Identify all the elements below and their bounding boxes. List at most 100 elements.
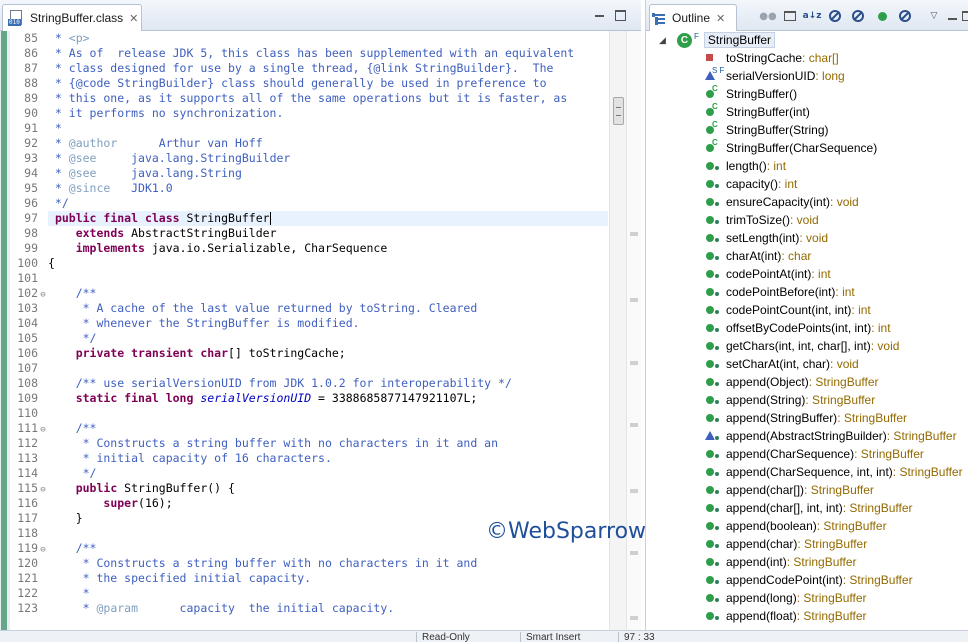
- code-line[interactable]: 104 * whenever the StringBuffer is modif…: [10, 316, 610, 331]
- outline-tab[interactable]: Outline ✕: [649, 4, 737, 31]
- outline-member[interactable]: trimToSize() : void: [704, 211, 819, 229]
- code-token: }: [48, 511, 83, 525]
- outline-member[interactable]: capacity() : int: [704, 175, 797, 193]
- outline-member[interactable]: getChars(int, int, char[], int) : void: [704, 337, 899, 355]
- code-line[interactable]: 96 */: [10, 196, 610, 211]
- overview-mark[interactable]: [630, 616, 638, 620]
- code-line[interactable]: 93 * @see java.lang.StringBuilder: [10, 151, 610, 166]
- code-line[interactable]: 121 * the specified initial capacity.: [10, 571, 610, 586]
- maximize-icon[interactable]: [615, 10, 626, 21]
- hide-non-public-icon[interactable]: ●●: [759, 8, 776, 24]
- hide-fields-icon[interactable]: [827, 8, 843, 24]
- outline-member[interactable]: append(AbstractStringBuilder) : StringBu…: [704, 427, 957, 445]
- outline-member[interactable]: C StringBuffer(String): [704, 120, 829, 139]
- code-line[interactable]: 88 * {@code StringBuilder} class should …: [10, 76, 610, 91]
- outline-member[interactable]: append(String) : StringBuffer: [704, 391, 875, 409]
- outline-member[interactable]: append(CharSequence) : StringBuffer: [704, 445, 924, 463]
- line-number: 88: [24, 76, 38, 90]
- code-line[interactable]: 108 /** use serialVersionUID from JDK 1.…: [10, 376, 610, 391]
- outline-member[interactable]: S FserialVersionUID : long: [704, 66, 845, 85]
- minimize-icon[interactable]: [594, 10, 605, 21]
- code-line[interactable]: 95 * @since JDK1.0: [10, 181, 610, 196]
- outline-member[interactable]: append(Object) : StringBuffer: [704, 373, 879, 391]
- code-line[interactable]: 85 * <p>: [10, 31, 610, 46]
- outline-member[interactable]: append(int) : StringBuffer: [704, 553, 857, 571]
- outline-member[interactable]: C StringBuffer(): [704, 84, 797, 103]
- outline-member[interactable]: codePointAt(int) : int: [704, 265, 831, 283]
- editor-tab-stringbuffer[interactable]: 010 StringBuffer.class ✕: [2, 4, 142, 31]
- code-line[interactable]: 89 * this one, as it supports all of the…: [10, 91, 610, 106]
- code-line[interactable]: 105 */: [10, 331, 610, 346]
- code-line[interactable]: 94 * @see java.lang.String: [10, 166, 610, 181]
- outline-member[interactable]: append(char[], int, int) : StringBuffer: [704, 499, 913, 517]
- code-line[interactable]: 87 * class designed for use by a single …: [10, 61, 610, 76]
- code-line[interactable]: 111 ⊖ /**: [10, 421, 610, 436]
- outline-member[interactable]: codePointCount(int, int) : int: [704, 301, 871, 319]
- outline-member[interactable]: append(long) : StringBuffer: [704, 589, 867, 607]
- hide-non-public-members-icon[interactable]: [874, 8, 890, 24]
- hide-local-types-icon[interactable]: [897, 8, 913, 24]
- code-line[interactable]: 106 private transient char[] toStringCac…: [10, 346, 610, 361]
- code-line[interactable]: 98 extends AbstractStringBuilder: [10, 226, 610, 241]
- code-line[interactable]: 116 super(16);: [10, 496, 610, 511]
- code-line[interactable]: 101: [10, 271, 610, 286]
- outline-member[interactable]: length() : int: [704, 157, 786, 175]
- code-line[interactable]: 92 * @author Arthur van Hoff: [10, 136, 610, 151]
- code-line[interactable]: 86 * As of release JDK 5, this class has…: [10, 46, 610, 61]
- outline-member[interactable]: append(char) : StringBuffer: [704, 535, 867, 553]
- maximize-icon[interactable]: [958, 8, 968, 24]
- code-line[interactable]: 103 * A cache of the last value returned…: [10, 301, 610, 316]
- collapse-all-icon[interactable]: [782, 8, 798, 24]
- outline-member[interactable]: append(CharSequence, int, int) : StringB…: [704, 463, 963, 481]
- code-line[interactable]: 99 implements java.io.Serializable, Char…: [10, 241, 610, 256]
- hide-static-icon[interactable]: [850, 8, 866, 24]
- outline-member[interactable]: append(char[]) : StringBuffer: [704, 481, 874, 499]
- outline-member[interactable]: appendCodePoint(int) : StringBuffer: [704, 571, 913, 589]
- outline-member[interactable]: ensureCapacity(int) : void: [704, 193, 859, 211]
- member-name: StringBuffer(String): [726, 123, 829, 137]
- code-line[interactable]: 114 */: [10, 466, 610, 481]
- tree-root-class[interactable]: ◢ C F StringBuffer: [659, 31, 776, 49]
- code-line[interactable]: 90 * it performs no synchronization.: [10, 106, 610, 121]
- outline-member[interactable]: charAt(int) : char: [704, 247, 811, 265]
- collapse-arrow-icon[interactable]: ◢: [659, 35, 669, 46]
- code-line[interactable]: 107: [10, 361, 610, 376]
- code-line[interactable]: 102 ⊖ /**: [10, 286, 610, 301]
- outline-member[interactable]: setLength(int) : void: [704, 229, 828, 247]
- outline-tree[interactable]: ◢ C F StringBuffer toStringCache : char[…: [646, 31, 968, 630]
- view-menu-icon[interactable]: ▽: [926, 8, 942, 24]
- outline-member[interactable]: C StringBuffer(CharSequence): [704, 138, 877, 157]
- code-line[interactable]: 112 * Constructs a string buffer with no…: [10, 436, 610, 451]
- overview-mark[interactable]: [630, 232, 638, 236]
- outline-member[interactable]: C StringBuffer(int): [704, 102, 810, 121]
- outline-member[interactable]: toStringCache : char[]: [704, 49, 839, 67]
- outline-member[interactable]: append(StringBuffer) : StringBuffer: [704, 409, 907, 427]
- code-line[interactable]: 120 * Constructs a string buffer with no…: [10, 556, 610, 571]
- outline-member[interactable]: setCharAt(int, char) : void: [704, 355, 859, 373]
- code-line[interactable]: 113 * initial capacity of 16 characters.: [10, 451, 610, 466]
- overview-mark[interactable]: [630, 489, 638, 493]
- close-icon[interactable]: ✕: [129, 12, 138, 25]
- code-line[interactable]: 97 public final class StringBuffer: [10, 211, 610, 226]
- code-line[interactable]: 91 *: [10, 121, 610, 136]
- overview-mark[interactable]: [630, 551, 638, 555]
- outline-member[interactable]: offsetByCodePoints(int, int) : int: [704, 319, 891, 337]
- code-line[interactable]: 109 static final long serialVersionUID =…: [10, 391, 610, 406]
- code-line[interactable]: 123 * @param capacity the initial capaci…: [10, 601, 610, 616]
- close-icon[interactable]: ✕: [716, 12, 725, 25]
- outline-member[interactable]: append(boolean) : StringBuffer: [704, 517, 887, 535]
- code-line[interactable]: 115 ⊖ public StringBuffer() {: [10, 481, 610, 496]
- public-method-icon: [704, 284, 726, 300]
- outline-member[interactable]: codePointBefore(int) : int: [704, 283, 855, 301]
- code-token: /**: [48, 541, 97, 555]
- overview-mark[interactable]: [630, 361, 638, 365]
- outline-member[interactable]: append(float) : StringBuffer: [704, 607, 867, 625]
- overview-mark[interactable]: [630, 298, 638, 302]
- code-line[interactable]: 122 *: [10, 586, 610, 601]
- sort-az-icon[interactable]: a↓z: [803, 8, 822, 24]
- code-line[interactable]: 100 {: [10, 256, 610, 271]
- code-line[interactable]: 110: [10, 406, 610, 421]
- scrollbar-thumb[interactable]: [613, 97, 624, 125]
- overview-mark[interactable]: [630, 423, 638, 427]
- line-number: 118: [17, 526, 38, 540]
